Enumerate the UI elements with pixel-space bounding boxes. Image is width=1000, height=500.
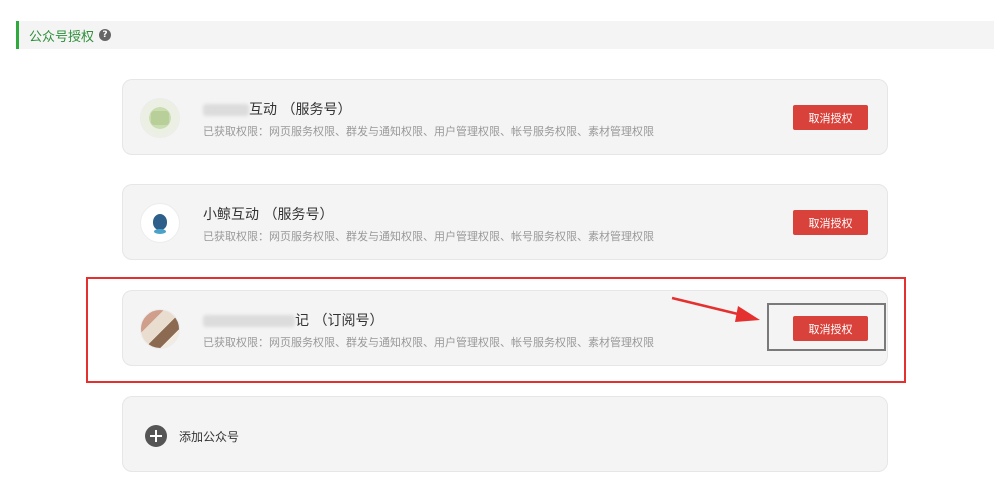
account-name: 小鲸互动 （服务号） xyxy=(203,204,333,224)
account-type: （服务号） xyxy=(263,207,334,223)
account-card: 互动 （服务号） 已获取权限：网页服务权限、群发与通知权限、用户管理权限、帐号服… xyxy=(122,79,888,155)
section-header: 公众号授权 ? xyxy=(16,21,994,49)
plus-circle-icon xyxy=(145,425,167,447)
section-title: 公众号授权 xyxy=(29,29,95,45)
account-permissions: 已获取权限：网页服务权限、群发与通知权限、用户管理权限、帐号服务权限、素材管理权… xyxy=(203,230,654,243)
help-icon[interactable]: ? xyxy=(99,29,112,41)
account-type: （服务号） xyxy=(281,102,352,118)
account-name-text: 互动 xyxy=(249,102,277,118)
add-account-card[interactable]: 添加公众号 xyxy=(122,396,888,472)
add-account-label: 添加公众号 xyxy=(179,430,240,444)
account-avatar xyxy=(140,98,180,138)
account-card: 小鲸互动 （服务号） 已获取权限：网页服务权限、群发与通知权限、用户管理权限、帐… xyxy=(122,184,888,260)
revoke-authorization-button[interactable]: 取消授权 xyxy=(793,105,868,130)
account-name: 互动 （服务号） xyxy=(203,99,351,119)
annotation-button-outline xyxy=(767,303,886,351)
whale-logo-icon xyxy=(153,214,167,230)
revoke-authorization-button[interactable]: 取消授权 xyxy=(793,210,868,235)
account-avatar xyxy=(140,203,180,243)
whale-tail-shape xyxy=(154,229,166,234)
account-name-text: 小鲸互动 xyxy=(203,207,259,223)
account-permissions: 已获取权限：网页服务权限、群发与通知权限、用户管理权限、帐号服务权限、素材管理权… xyxy=(203,125,654,138)
redacted-name-blur xyxy=(203,104,249,116)
